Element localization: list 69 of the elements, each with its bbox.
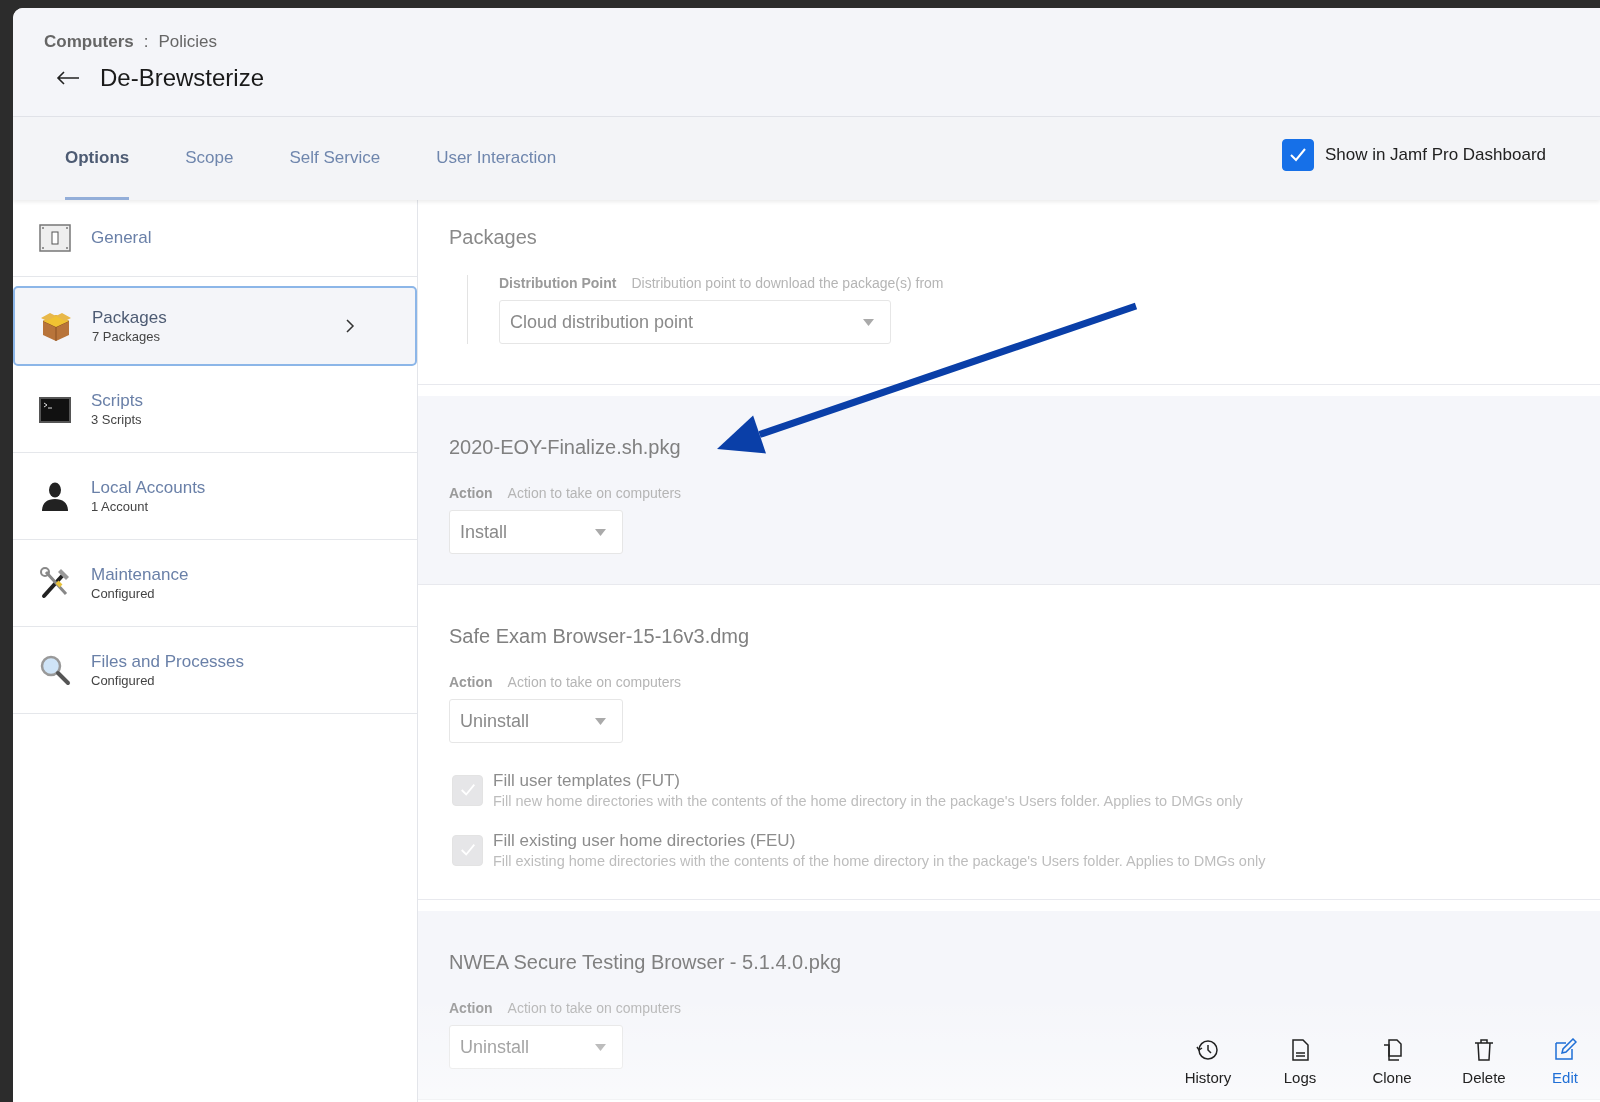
package-name: 2020-EOY-Finalize.sh.pkg: [449, 436, 682, 459]
checkbox-label: Show in Jamf Pro Dashboard: [1324, 144, 1546, 165]
dropdown-value: Uninstall: [460, 710, 530, 732]
tab[interactable]: Options: [65, 117, 130, 200]
dropdown[interactable]: Install: [449, 510, 623, 554]
sidebar-item[interactable]: Packages 7 Packages: [13, 286, 417, 366]
tab[interactable]: User Interaction: [436, 117, 557, 200]
toolbar-button[interactable]: Edit: [1530, 1038, 1600, 1086]
section-title: Packages: [449, 226, 538, 249]
field-hint: Distribution point to download the package(s) from: [631, 275, 944, 291]
item-title: Local Accounts: [91, 478, 207, 498]
back-arrow-icon[interactable]: [56, 71, 80, 85]
item-subtitle: 1 Account: [91, 499, 150, 514]
field-label: Action: [449, 674, 493, 690]
checkbox[interactable]: [1281, 138, 1314, 171]
pencil-icon: [1553, 1038, 1577, 1062]
breadcrumb-current: Policies: [158, 32, 218, 52]
toolbar-button[interactable]: Logs: [1254, 1038, 1346, 1086]
tab[interactable]: Scope: [185, 117, 234, 200]
field-hint: Action to take on computers: [507, 485, 682, 501]
item-subtitle: 3 Scripts: [91, 412, 143, 427]
breadcrumb-separator: :: [143, 32, 149, 52]
item-title: Maintenance: [91, 565, 190, 585]
toolbar-button[interactable]: Clone: [1346, 1038, 1438, 1086]
sidebar-item[interactable]: Scripts 3 Scripts: [13, 366, 417, 453]
tab[interactable]: Self Service: [289, 117, 381, 200]
history-icon: [1196, 1038, 1220, 1062]
option-description: Fill existing home directories with the contents of the home directory in the package's Users folder. Applies to DMGs only: [493, 853, 1266, 869]
field-hint: Action to take on computers: [507, 1000, 682, 1016]
item-title: General: [91, 228, 153, 248]
item-subtitle: 7 Packages: [92, 329, 161, 344]
dropdown-value: Install: [460, 521, 508, 543]
caret-icon: [863, 318, 874, 326]
dropdown[interactable]: Uninstall: [449, 699, 623, 743]
tools-icon: [38, 566, 72, 600]
option-description: Fill new home directories with the contents of the home directory in the package's Users folder. Applies to DMGs only: [493, 793, 1243, 809]
toolbar-button[interactable]: Delete: [1438, 1038, 1530, 1086]
dropdown-value: Uninstall: [460, 1036, 530, 1058]
item-subtitle: Configured: [91, 586, 156, 601]
caret-icon: [595, 1043, 606, 1051]
sidebar-item[interactable]: Files and Processes Configured: [13, 627, 417, 714]
item-title: Scripts: [91, 391, 144, 411]
toolbar-button[interactable]: History: [1162, 1038, 1254, 1086]
checkmark-icon: [458, 841, 477, 859]
magnifier-icon: [38, 653, 72, 687]
item-title: Files and Processes: [91, 652, 246, 672]
package-name: NWEA Secure Testing Browser - 5.1.4.0.pkg: [449, 951, 843, 974]
field-hint: Action to take on computers: [507, 674, 682, 690]
option-label: Fill existing user home directories (FEU): [493, 831, 797, 851]
dropdown[interactable]: Cloud distribution point: [499, 300, 891, 344]
sidebar-item[interactable]: General: [13, 200, 417, 277]
dropdown-value: Cloud distribution point: [510, 311, 694, 333]
sidebar-item[interactable]: Maintenance Configured: [13, 540, 417, 627]
page-title: De-Brewsterize: [100, 64, 265, 92]
field-label: Action: [449, 1000, 493, 1016]
field-label: Distribution Point: [499, 275, 617, 291]
package-name: Safe Exam Browser-15-16v3.dmg: [449, 625, 751, 648]
chevron-right-icon: [345, 319, 355, 333]
breadcrumb-link[interactable]: Computers: [44, 32, 134, 52]
field-label: Action: [449, 485, 493, 501]
trash-icon: [1472, 1038, 1496, 1062]
item-title: Packages: [92, 308, 168, 328]
sidebar-item[interactable]: Local Accounts 1 Account: [13, 453, 417, 540]
option-label: Fill user templates (FUT): [493, 771, 682, 791]
caret-icon: [595, 717, 606, 725]
caret-icon: [595, 528, 606, 536]
item-subtitle: Configured: [91, 673, 156, 688]
switch-icon: [38, 221, 72, 255]
checkmark-icon: [458, 781, 477, 799]
